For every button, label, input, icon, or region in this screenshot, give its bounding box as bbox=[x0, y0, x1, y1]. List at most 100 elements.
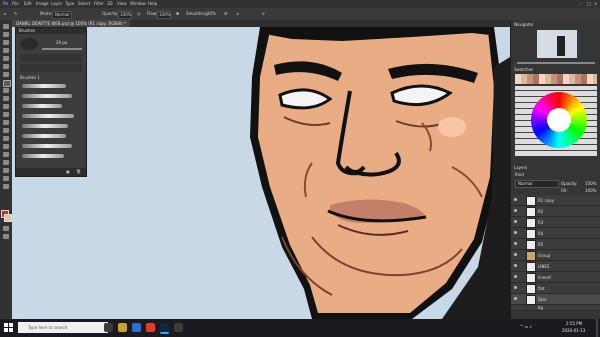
menu-image[interactable]: Image bbox=[36, 1, 49, 6]
brush-preset-7[interactable] bbox=[22, 144, 72, 148]
clock-time[interactable]: 2:55 PM bbox=[566, 321, 582, 326]
taskbar-search[interactable]: Type here to search bbox=[18, 322, 108, 333]
brush-group-label[interactable]: Brushes 1 bbox=[20, 75, 40, 80]
brush-preset-4[interactable] bbox=[22, 114, 74, 118]
minimize-button[interactable]: – bbox=[580, 1, 582, 6]
file-explorer-icon[interactable] bbox=[118, 323, 127, 332]
new-brush-icon[interactable]: ▣ bbox=[66, 169, 70, 174]
more-tools-icon[interactable] bbox=[3, 184, 9, 189]
recent-brushes-row-2[interactable] bbox=[20, 64, 82, 72]
eye-icon[interactable] bbox=[514, 264, 517, 267]
tray-icons[interactable]: ^ ▭ ♪ bbox=[520, 324, 532, 329]
eye-icon[interactable] bbox=[514, 198, 517, 201]
layer-group-row[interactable]: Group bbox=[511, 250, 600, 261]
angle-icon[interactable]: ∠ bbox=[236, 11, 240, 16]
media-icon[interactable] bbox=[174, 323, 183, 332]
layer-fill-value[interactable]: 100% bbox=[585, 188, 596, 193]
eye-icon[interactable] bbox=[514, 253, 517, 256]
show-desktop-button[interactable] bbox=[596, 319, 598, 337]
ps-logo[interactable]: Ps bbox=[3, 1, 8, 6]
screen-mode-icon[interactable] bbox=[3, 234, 9, 239]
navigator-preview[interactable] bbox=[537, 30, 577, 58]
eye-icon[interactable] bbox=[514, 209, 517, 212]
blend-mode-select[interactable]: Normal bbox=[515, 180, 559, 188]
pen-tool-icon[interactable] bbox=[3, 136, 9, 141]
layer-row[interactable]: R4 bbox=[511, 228, 600, 239]
document-tab[interactable]: DANIEL DEWITTE WEB.psd @ 100% (R1 copy, … bbox=[12, 20, 130, 27]
healing-tool-icon[interactable] bbox=[3, 72, 9, 77]
maximize-button[interactable]: □ bbox=[587, 1, 591, 6]
blur-tool-icon[interactable] bbox=[3, 120, 9, 125]
navigator-title[interactable]: Navigator bbox=[514, 22, 534, 27]
mode-select[interactable]: Normal bbox=[52, 11, 72, 19]
quick-select-tool-icon[interactable] bbox=[3, 48, 9, 53]
brush-preset-8[interactable] bbox=[22, 154, 64, 158]
flow-input[interactable]: 100% bbox=[157, 11, 171, 19]
windows-start-icon[interactable] bbox=[4, 323, 13, 332]
swatch-row[interactable] bbox=[515, 74, 597, 84]
quick-mask-icon[interactable] bbox=[3, 226, 9, 231]
smoothing-value[interactable]: 10% bbox=[207, 11, 216, 16]
opacity-input[interactable]: 100% bbox=[118, 11, 132, 19]
brush-size-value[interactable]: 20 px bbox=[56, 40, 67, 45]
type-tool-icon[interactable] bbox=[3, 144, 9, 149]
layer-row[interactable]: flat bbox=[511, 283, 600, 294]
eye-icon[interactable] bbox=[514, 275, 517, 278]
clone-stamp-tool-icon[interactable] bbox=[3, 88, 9, 93]
task-view-icon[interactable] bbox=[104, 323, 113, 332]
layer-row[interactable]: LINES bbox=[511, 261, 600, 272]
menu-3d[interactable]: 3D bbox=[107, 1, 113, 6]
brush-preset-2[interactable] bbox=[22, 94, 72, 98]
menu-type[interactable]: Type bbox=[65, 1, 74, 6]
path-select-tool-icon[interactable] bbox=[3, 152, 9, 157]
background-color-swatch[interactable] bbox=[4, 214, 12, 222]
zoom-tool-icon[interactable] bbox=[3, 176, 9, 181]
brush-tool-icon[interactable]: ✎ bbox=[14, 11, 17, 16]
chrome-icon[interactable] bbox=[146, 323, 155, 332]
marquee-tool-icon[interactable] bbox=[3, 32, 9, 37]
trash-icon[interactable]: 🗑 bbox=[76, 169, 81, 174]
menu-edit[interactable]: Edit bbox=[24, 1, 32, 6]
recent-brushes-row[interactable] bbox=[20, 54, 82, 62]
layer-row[interactable]: R3 bbox=[511, 217, 600, 228]
layer-row[interactable]: R2 bbox=[511, 206, 600, 217]
zoom-readout[interactable]: 100% bbox=[14, 313, 25, 318]
eye-icon[interactable] bbox=[514, 286, 517, 289]
dodge-tool-icon[interactable] bbox=[3, 128, 9, 133]
swatch-grid[interactable] bbox=[515, 86, 597, 156]
airbrush-icon[interactable]: ✱ bbox=[176, 11, 179, 16]
menu-help[interactable]: Help bbox=[148, 1, 157, 6]
gradient-tool-icon[interactable] bbox=[3, 112, 9, 117]
swatches-title[interactable]: Swatches bbox=[514, 67, 533, 72]
menu-file[interactable]: File bbox=[12, 1, 19, 6]
eye-icon[interactable] bbox=[514, 242, 517, 245]
eye-icon[interactable] bbox=[514, 231, 517, 234]
brush-preset-6[interactable] bbox=[22, 134, 66, 138]
crop-tool-icon[interactable] bbox=[3, 56, 9, 61]
layer-row[interactable]: bg bbox=[511, 305, 600, 311]
eye-icon[interactable] bbox=[514, 297, 517, 300]
gear-icon[interactable]: ⚙ bbox=[224, 11, 228, 16]
shape-tool-icon[interactable] bbox=[3, 160, 9, 165]
brush-size-slider[interactable] bbox=[42, 48, 82, 50]
menu-view[interactable]: View bbox=[117, 1, 127, 6]
brush-preset-1[interactable] bbox=[22, 84, 66, 88]
layer-row-selected[interactable]: Skin bbox=[511, 294, 600, 305]
brush-preset-3[interactable] bbox=[22, 104, 62, 108]
edge-icon[interactable] bbox=[132, 323, 141, 332]
lasso-tool-icon[interactable] bbox=[3, 40, 9, 45]
layer-row[interactable]: R5 bbox=[511, 239, 600, 250]
brush-tool-active-icon[interactable] bbox=[3, 80, 11, 87]
navigator-zoom-slider[interactable] bbox=[517, 62, 595, 64]
layers-title[interactable]: Layers bbox=[514, 165, 527, 170]
clock-date[interactable]: 2020-01-13 bbox=[562, 328, 585, 333]
photoshop-taskbar-icon[interactable] bbox=[160, 323, 169, 334]
eyedropper-tool-icon[interactable] bbox=[3, 64, 9, 69]
home-icon[interactable]: ⌂ bbox=[4, 11, 7, 16]
layer-row[interactable]: lineart bbox=[511, 272, 600, 283]
brush-preset-5[interactable] bbox=[22, 124, 68, 128]
layer-opacity-value[interactable]: 100% bbox=[585, 181, 596, 186]
close-button[interactable]: × bbox=[594, 1, 597, 6]
eraser-tool-icon[interactable] bbox=[3, 104, 9, 109]
hand-tool-icon[interactable] bbox=[3, 168, 9, 173]
